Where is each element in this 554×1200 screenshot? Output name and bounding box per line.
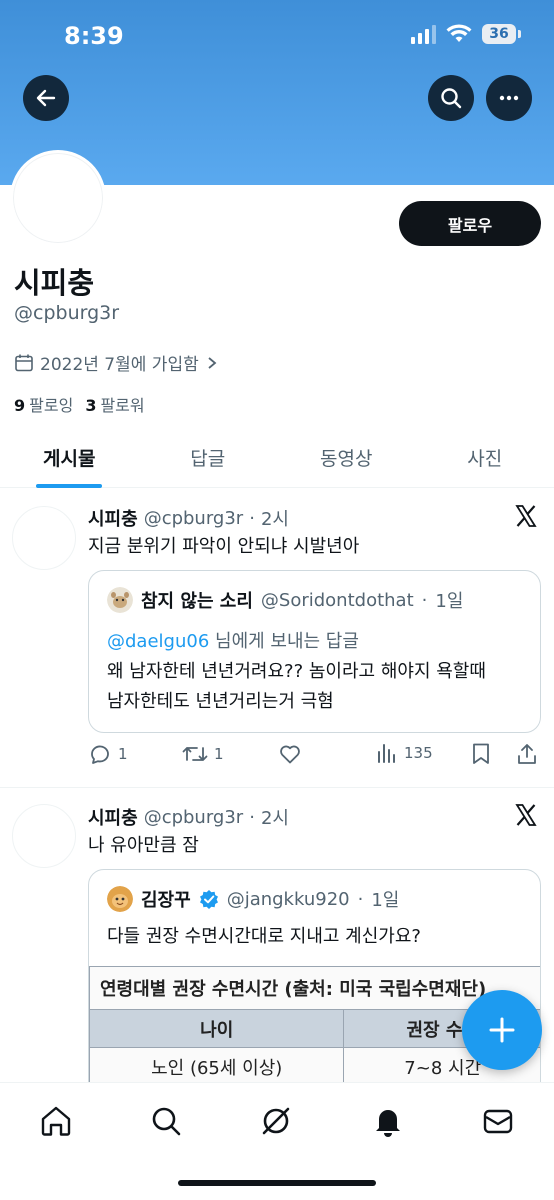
post-text: 나 유아만큼 잠: [88, 835, 199, 856]
follow-stats: 9 팔로잉 3 팔로워: [14, 392, 145, 416]
status-time: 8:39: [64, 22, 124, 50]
compose-button[interactable]: [462, 990, 542, 1070]
tab-posts[interactable]: 게시물: [0, 428, 139, 487]
display-name: 시피충: [14, 266, 95, 300]
bookmark-button[interactable]: [470, 742, 492, 766]
wifi-icon: [446, 24, 472, 42]
signal-icon: [411, 24, 436, 44]
quoted-post[interactable]: 참지 않는 소리 @Soridontdothat · 1일 @daelgu06 …: [88, 570, 541, 733]
tab-photos[interactable]: 사진: [416, 428, 554, 487]
reply-button[interactable]: 1: [88, 742, 128, 766]
quote-handle[interactable]: @Soridontdothat: [261, 590, 414, 611]
arrow-left-icon: [36, 89, 56, 107]
post-separator: ·: [249, 806, 255, 828]
reply-count: 1: [118, 745, 128, 763]
quote-text: 왜 남자한테 년년거려요?? 놈이라고 해야지 욕할때 남자한테도 년년거리는거…: [107, 657, 486, 717]
x-logo-icon[interactable]: [514, 504, 538, 528]
search-icon: [441, 88, 462, 109]
mail-icon: [483, 1109, 513, 1134]
joined-date[interactable]: 2022년 7월에 가입함: [14, 350, 219, 375]
nav-home[interactable]: [36, 1101, 76, 1141]
verified-badge-icon: [199, 890, 218, 909]
post-avatar[interactable]: [12, 804, 76, 868]
nav-grok[interactable]: [256, 1101, 296, 1141]
post-header: 시피충 @cpburg3r · 2시: [88, 804, 289, 830]
more-dots-icon: [499, 95, 519, 101]
post-avatar[interactable]: [12, 506, 76, 570]
reply-icon: [91, 745, 109, 764]
repost-icon: [182, 747, 208, 761]
quoted-post[interactable]: 김장꾸 @jangkku920 · 1일 다들 권장 수면시간대로 지내고 계신…: [88, 869, 541, 1099]
followers-stat[interactable]: 3 팔로워: [85, 392, 144, 416]
post-handle[interactable]: @cpburg3r: [144, 508, 244, 529]
battery-indicator: 36: [482, 24, 521, 44]
quote-header: 김장꾸 @jangkku920 · 1일: [107, 886, 399, 912]
post-author[interactable]: 시피충: [88, 505, 138, 531]
bookmark-icon: [473, 743, 489, 764]
repost-count: 1: [214, 745, 224, 763]
quote-separator: ·: [357, 888, 364, 910]
quote-separator: ·: [421, 589, 428, 611]
profile-tabs: 게시물 답글 동영상 사진: [0, 428, 554, 488]
reply-mention[interactable]: @daelgu06: [107, 631, 209, 652]
calendar-icon: [15, 354, 33, 371]
quote-time[interactable]: 1일: [435, 587, 463, 613]
post-header: 시피충 @cpburg3r · 2시: [88, 505, 289, 531]
nav-search[interactable]: [146, 1101, 186, 1141]
profile-handle: @cpburg3r: [14, 302, 120, 324]
like-button[interactable]: [278, 742, 302, 766]
quote-time[interactable]: 1일: [371, 886, 399, 912]
share-button[interactable]: [516, 742, 538, 766]
status-icons: 36: [411, 24, 521, 44]
home-icon: [41, 1106, 71, 1136]
quote-author[interactable]: 참지 않는 소리: [141, 587, 253, 613]
chevron-right-icon: [208, 356, 217, 369]
plus-icon: [489, 1017, 515, 1043]
quote-text-line: 남자한테도 년년거리는거 극혐: [107, 691, 334, 712]
search-icon: [152, 1107, 181, 1136]
joined-text: 2022년 7월에 가입함: [40, 355, 199, 375]
following-stat[interactable]: 9 팔로잉: [14, 392, 73, 416]
quote-handle[interactable]: @jangkku920: [227, 889, 350, 910]
table-header-cell: 나이: [90, 1010, 345, 1047]
table-cell: 노인 (65세 이상): [90, 1048, 345, 1085]
analytics-icon: [378, 744, 395, 763]
post-separator: ·: [249, 507, 255, 529]
quote-reply-context: @daelgu06 님에게 보내는 답글: [107, 627, 359, 653]
follow-button[interactable]: 팔로우: [399, 201, 541, 246]
quote-avatar: [107, 587, 133, 613]
share-icon: [518, 744, 536, 764]
more-button[interactable]: [486, 75, 532, 121]
repost-button[interactable]: 1: [182, 742, 224, 766]
heart-icon: [280, 745, 300, 764]
post-time[interactable]: 2시: [261, 505, 289, 531]
home-indicator[interactable]: [178, 1180, 376, 1186]
post-text: 지금 분위기 파악이 안되냐 시발년아: [88, 536, 360, 557]
nav-messages[interactable]: [478, 1101, 518, 1141]
quote-avatar: [107, 886, 133, 912]
quote-header: 참지 않는 소리 @Soridontdothat · 1일: [107, 587, 463, 613]
profile-avatar[interactable]: [10, 150, 106, 246]
post-time[interactable]: 2시: [261, 804, 289, 830]
reply-suffix: 님에게 보내는 답글: [209, 631, 359, 652]
post-handle[interactable]: @cpburg3r: [144, 807, 244, 828]
post-divider: [0, 787, 554, 788]
tab-videos[interactable]: 동영상: [277, 428, 416, 487]
search-button[interactable]: [428, 75, 474, 121]
x-logo-icon[interactable]: [514, 803, 538, 827]
post-author[interactable]: 시피충: [88, 804, 138, 830]
bell-icon: [376, 1110, 400, 1137]
views-button[interactable]: 135: [376, 742, 433, 764]
tab-replies[interactable]: 답글: [139, 428, 278, 487]
view-count: 135: [404, 744, 433, 762]
quote-text: 다들 권장 수면시간대로 지내고 계신가요?: [107, 926, 421, 947]
grok-icon: [262, 1107, 290, 1135]
post-actions: 1 1 135: [88, 742, 543, 772]
back-button[interactable]: [23, 75, 69, 121]
quote-author[interactable]: 김장꾸: [141, 886, 191, 912]
quote-text-line: 왜 남자한테 년년거려요?? 놈이라고 해야지 욕할때: [107, 661, 486, 682]
nav-notifications[interactable]: [368, 1101, 408, 1141]
